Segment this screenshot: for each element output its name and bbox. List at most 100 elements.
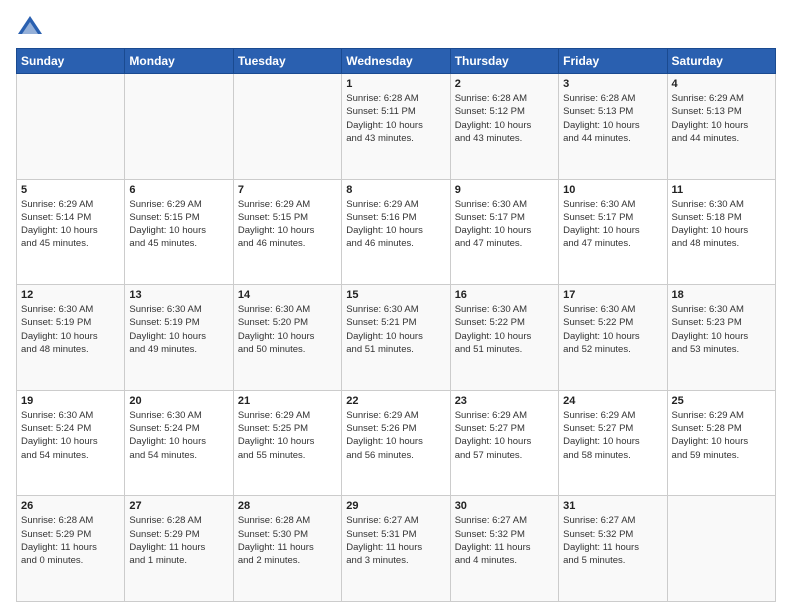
day-info: Sunrise: 6:28 AMSunset: 5:29 PMDaylight:… <box>129 514 228 567</box>
day-number: 6 <box>129 184 228 196</box>
day-info: Sunrise: 6:27 AMSunset: 5:32 PMDaylight:… <box>455 514 554 567</box>
day-info: Sunrise: 6:28 AMSunset: 5:12 PMDaylight:… <box>455 92 554 145</box>
day-number: 29 <box>346 500 445 512</box>
calendar-table: SundayMondayTuesdayWednesdayThursdayFrid… <box>16 48 776 602</box>
day-cell: 5 Sunrise: 6:29 AMSunset: 5:14 PMDaylight… <box>17 179 125 285</box>
week-row-2: 5 Sunrise: 6:29 AMSunset: 5:14 PMDaylight… <box>17 179 776 285</box>
day-cell <box>17 74 125 180</box>
day-number: 24 <box>563 395 662 407</box>
day-cell: 2 Sunrise: 6:28 AMSunset: 5:12 PMDaylight… <box>450 74 558 180</box>
day-number: 22 <box>346 395 445 407</box>
day-number: 30 <box>455 500 554 512</box>
day-number: 8 <box>346 184 445 196</box>
day-info: Sunrise: 6:30 AMSunset: 5:22 PMDaylight:… <box>563 303 662 356</box>
day-number: 28 <box>238 500 337 512</box>
day-cell: 14 Sunrise: 6:30 AMSunset: 5:20 PMDayligh… <box>233 285 341 391</box>
day-cell: 27 Sunrise: 6:28 AMSunset: 5:29 PMDayligh… <box>125 496 233 602</box>
day-info: Sunrise: 6:29 AMSunset: 5:25 PMDaylight:… <box>238 409 337 462</box>
weekday-header-saturday: Saturday <box>667 49 775 74</box>
day-info: Sunrise: 6:30 AMSunset: 5:22 PMDaylight:… <box>455 303 554 356</box>
day-info: Sunrise: 6:30 AMSunset: 5:24 PMDaylight:… <box>21 409 120 462</box>
day-cell: 8 Sunrise: 6:29 AMSunset: 5:16 PMDaylight… <box>342 179 450 285</box>
day-number: 27 <box>129 500 228 512</box>
week-row-3: 12 Sunrise: 6:30 AMSunset: 5:19 PMDayligh… <box>17 285 776 391</box>
day-cell: 17 Sunrise: 6:30 AMSunset: 5:22 PMDayligh… <box>559 285 667 391</box>
calendar-page: SundayMondayTuesdayWednesdayThursdayFrid… <box>0 0 792 612</box>
day-info: Sunrise: 6:27 AMSunset: 5:31 PMDaylight:… <box>346 514 445 567</box>
weekday-header-tuesday: Tuesday <box>233 49 341 74</box>
day-number: 1 <box>346 78 445 90</box>
day-cell: 6 Sunrise: 6:29 AMSunset: 5:15 PMDaylight… <box>125 179 233 285</box>
week-row-5: 26 Sunrise: 6:28 AMSunset: 5:29 PMDayligh… <box>17 496 776 602</box>
weekday-header-friday: Friday <box>559 49 667 74</box>
day-cell: 10Sunrise: 6:30 AMSunset: 5:17 PMDayligh… <box>559 179 667 285</box>
day-cell: 7 Sunrise: 6:29 AMSunset: 5:15 PMDaylight… <box>233 179 341 285</box>
day-number: 13 <box>129 289 228 301</box>
day-info: Sunrise: 6:30 AMSunset: 5:23 PMDaylight:… <box>672 303 771 356</box>
day-info: Sunrise: 6:30 AMSunset: 5:19 PMDaylight:… <box>129 303 228 356</box>
day-cell: 3Sunrise: 6:28 AMSunset: 5:13 PMDaylight… <box>559 74 667 180</box>
day-info: Sunrise: 6:29 AMSunset: 5:16 PMDaylight:… <box>346 198 445 251</box>
day-info: Sunrise: 6:30 AMSunset: 5:19 PMDaylight:… <box>21 303 120 356</box>
day-cell: 9 Sunrise: 6:30 AMSunset: 5:17 PMDaylight… <box>450 179 558 285</box>
day-info: Sunrise: 6:30 AMSunset: 5:18 PMDaylight:… <box>672 198 771 251</box>
day-number: 7 <box>238 184 337 196</box>
day-number: 23 <box>455 395 554 407</box>
day-cell <box>233 74 341 180</box>
day-cell: 18 Sunrise: 6:30 AMSunset: 5:23 PMDayligh… <box>667 285 775 391</box>
day-number: 18 <box>672 289 771 301</box>
day-cell: 24Sunrise: 6:29 AMSunset: 5:27 PMDayligh… <box>559 390 667 496</box>
day-cell: 23 Sunrise: 6:29 AMSunset: 5:27 PMDayligh… <box>450 390 558 496</box>
day-info: Sunrise: 6:29 AMSunset: 5:15 PMDaylight:… <box>238 198 337 251</box>
day-cell: 16 Sunrise: 6:30 AMSunset: 5:22 PMDayligh… <box>450 285 558 391</box>
day-cell: 31Sunrise: 6:27 AMSunset: 5:32 PMDayligh… <box>559 496 667 602</box>
day-info: Sunrise: 6:30 AMSunset: 5:17 PMDaylight:… <box>455 198 554 251</box>
day-number: 19 <box>21 395 120 407</box>
day-cell: 12 Sunrise: 6:30 AMSunset: 5:19 PMDayligh… <box>17 285 125 391</box>
day-info: Sunrise: 6:29 AMSunset: 5:26 PMDaylight:… <box>346 409 445 462</box>
day-cell: 13 Sunrise: 6:30 AMSunset: 5:19 PMDayligh… <box>125 285 233 391</box>
logo <box>16 12 48 40</box>
day-info: Sunrise: 6:30 AMSunset: 5:24 PMDaylight:… <box>129 409 228 462</box>
day-cell: 30 Sunrise: 6:27 AMSunset: 5:32 PMDayligh… <box>450 496 558 602</box>
day-info: Sunrise: 6:29 AMSunset: 5:14 PMDaylight:… <box>21 198 120 251</box>
day-number: 12 <box>21 289 120 301</box>
day-info: Sunrise: 6:30 AMSunset: 5:17 PMDaylight:… <box>563 198 662 251</box>
day-cell: 22 Sunrise: 6:29 AMSunset: 5:26 PMDayligh… <box>342 390 450 496</box>
day-number: 5 <box>21 184 120 196</box>
day-cell: 29 Sunrise: 6:27 AMSunset: 5:31 PMDayligh… <box>342 496 450 602</box>
day-info: Sunrise: 6:29 AMSunset: 5:13 PMDaylight:… <box>672 92 771 145</box>
weekday-header-sunday: Sunday <box>17 49 125 74</box>
day-number: 3 <box>563 78 662 90</box>
weekday-header-wednesday: Wednesday <box>342 49 450 74</box>
day-info: Sunrise: 6:29 AMSunset: 5:15 PMDaylight:… <box>129 198 228 251</box>
day-info: Sunrise: 6:28 AMSunset: 5:30 PMDaylight:… <box>238 514 337 567</box>
week-row-4: 19 Sunrise: 6:30 AMSunset: 5:24 PMDayligh… <box>17 390 776 496</box>
weekday-header-monday: Monday <box>125 49 233 74</box>
day-info: Sunrise: 6:30 AMSunset: 5:20 PMDaylight:… <box>238 303 337 356</box>
day-number: 25 <box>672 395 771 407</box>
day-info: Sunrise: 6:29 AMSunset: 5:28 PMDaylight:… <box>672 409 771 462</box>
day-cell <box>667 496 775 602</box>
day-cell: 20 Sunrise: 6:30 AMSunset: 5:24 PMDayligh… <box>125 390 233 496</box>
day-info: Sunrise: 6:29 AMSunset: 5:27 PMDaylight:… <box>455 409 554 462</box>
day-number: 2 <box>455 78 554 90</box>
day-cell: 4Sunrise: 6:29 AMSunset: 5:13 PMDaylight… <box>667 74 775 180</box>
day-cell <box>125 74 233 180</box>
day-cell: 21 Sunrise: 6:29 AMSunset: 5:25 PMDayligh… <box>233 390 341 496</box>
day-number: 9 <box>455 184 554 196</box>
week-row-1: 1Sunrise: 6:28 AMSunset: 5:11 PMDaylight… <box>17 74 776 180</box>
day-cell: 19 Sunrise: 6:30 AMSunset: 5:24 PMDayligh… <box>17 390 125 496</box>
day-cell: 25 Sunrise: 6:29 AMSunset: 5:28 PMDayligh… <box>667 390 775 496</box>
day-number: 26 <box>21 500 120 512</box>
day-number: 20 <box>129 395 228 407</box>
day-number: 21 <box>238 395 337 407</box>
header <box>16 12 776 40</box>
day-cell: 15Sunrise: 6:30 AMSunset: 5:21 PMDayligh… <box>342 285 450 391</box>
day-number: 16 <box>455 289 554 301</box>
day-number: 14 <box>238 289 337 301</box>
day-number: 31 <box>563 500 662 512</box>
weekday-header-row: SundayMondayTuesdayWednesdayThursdayFrid… <box>17 49 776 74</box>
day-cell: 11Sunrise: 6:30 AMSunset: 5:18 PMDayligh… <box>667 179 775 285</box>
day-number: 17 <box>563 289 662 301</box>
